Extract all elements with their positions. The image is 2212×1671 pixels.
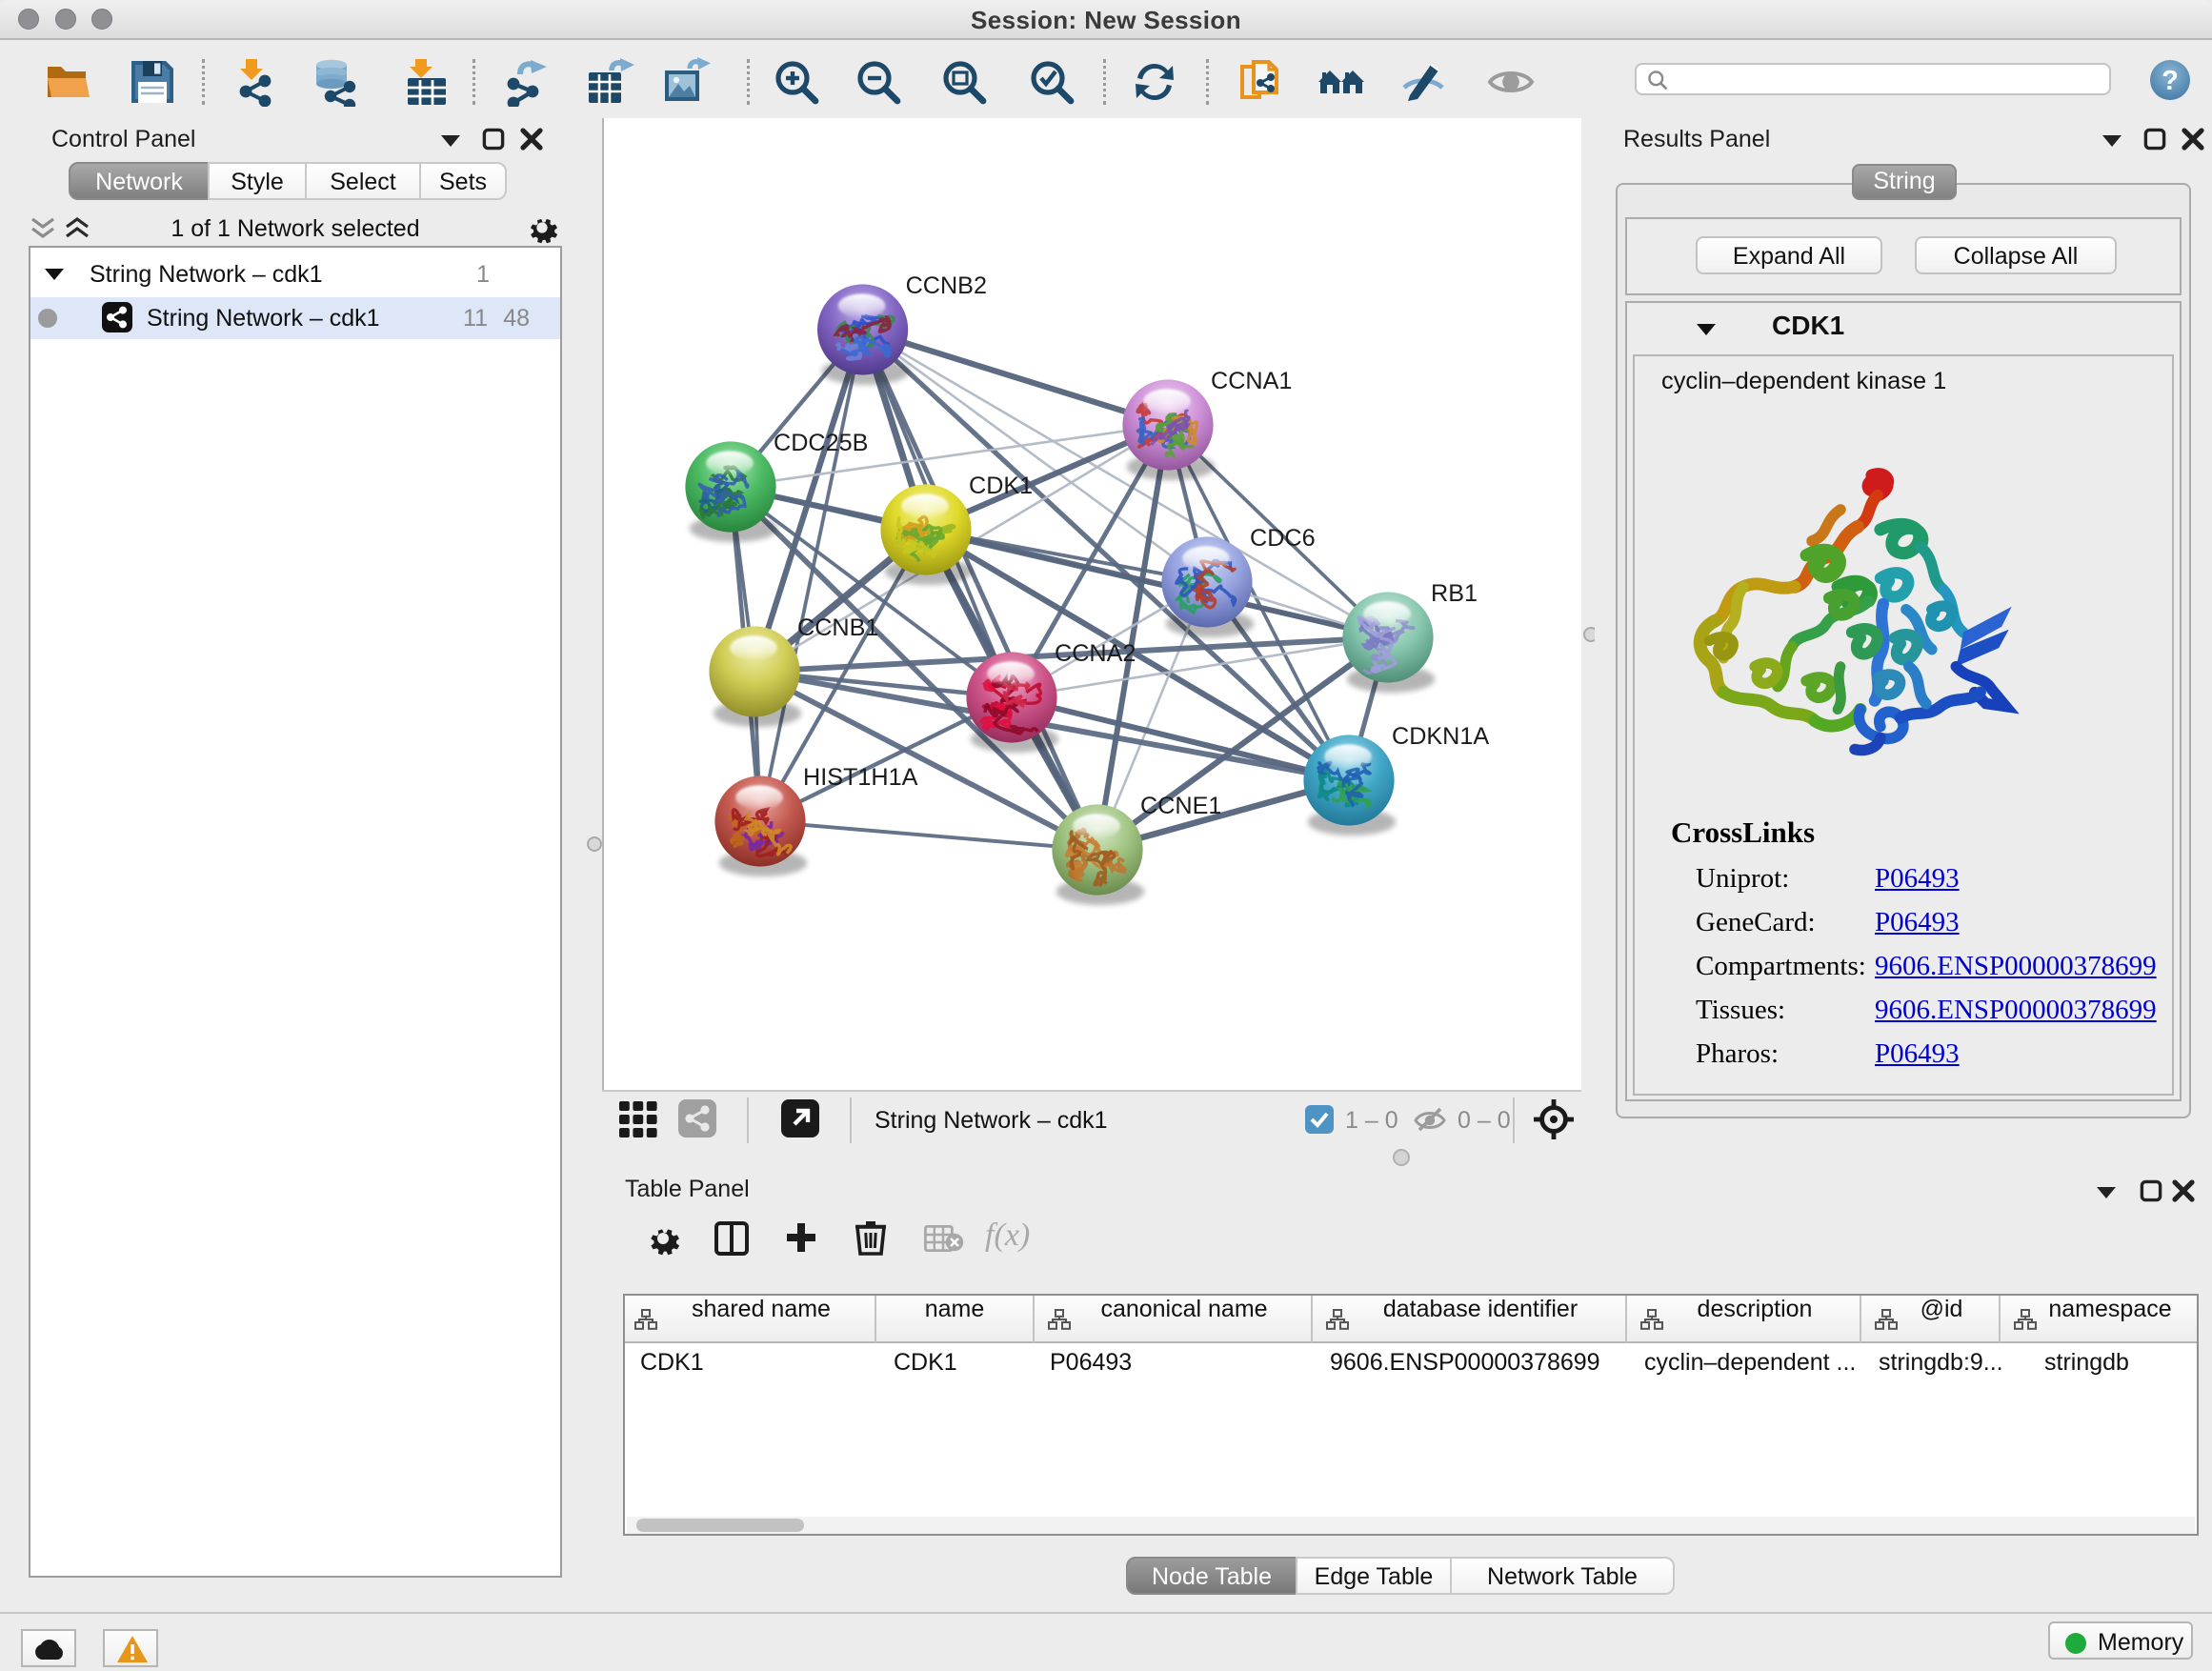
- svg-text:HIST1H1A: HIST1H1A: [803, 764, 918, 791]
- svg-text:CCNA1: CCNA1: [1211, 368, 1292, 394]
- svg-text:?: ?: [2162, 66, 2179, 96]
- svg-text:CCNB2: CCNB2: [906, 272, 987, 299]
- svg-text:CDKN1A: CDKN1A: [1392, 723, 1489, 750]
- svg-text:CCNA2: CCNA2: [1055, 640, 1136, 667]
- svg-text:RB1: RB1: [1431, 580, 1478, 607]
- svg-text:CDC25B: CDC25B: [774, 430, 868, 456]
- svg-text:CCNB1: CCNB1: [797, 614, 878, 641]
- svg-text:CCNE1: CCNE1: [1140, 793, 1221, 819]
- svg-text:CDK1: CDK1: [969, 473, 1033, 499]
- svg-text:CDC6: CDC6: [1250, 525, 1316, 552]
